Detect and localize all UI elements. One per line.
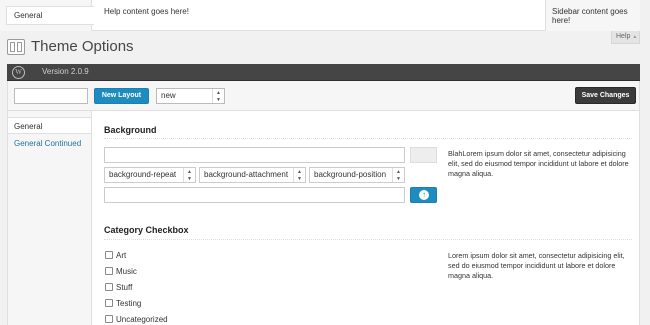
- layout-select-value: new: [161, 91, 176, 100]
- divider: [104, 138, 632, 139]
- color-picker-swatch[interactable]: [410, 147, 437, 163]
- checkbox[interactable]: [105, 251, 113, 259]
- checkbox[interactable]: [105, 283, 113, 291]
- section-heading-category-checkbox: Category Checkbox: [104, 225, 189, 235]
- checkbox-option-music[interactable]: Music: [105, 267, 137, 276]
- background-image-input[interactable]: [104, 187, 405, 203]
- category-description: Lorem ipsum dolor sit amet, consectetur …: [448, 251, 625, 280]
- section-heading-background: Background: [104, 125, 157, 135]
- checkbox[interactable]: [105, 299, 113, 307]
- help-sidebar: Sidebar content goes here!: [545, 0, 640, 31]
- background-repeat-select[interactable]: background-repeat ▲ ▼: [104, 167, 196, 183]
- help-tab-general[interactable]: General: [6, 6, 94, 25]
- select-arrows-icon: ▲ ▼: [212, 89, 224, 103]
- background-position-select[interactable]: background-position ▲ ▼: [309, 167, 405, 183]
- options-main-panel: Background background-repeat ▲ ▼ backgrou…: [91, 111, 640, 325]
- layout-select[interactable]: new ▲ ▼: [156, 88, 225, 104]
- upload-arrow-icon: ↑: [419, 190, 429, 200]
- help-tabs-column: General: [0, 0, 94, 31]
- new-layout-button[interactable]: New Layout: [94, 88, 149, 104]
- options-sidebar: General General Continued: [7, 111, 93, 325]
- chevron-up-icon: ▲: [632, 34, 638, 40]
- checkbox-option-stuff[interactable]: Stuff: [105, 283, 132, 292]
- version-bar: W Version 2.0.9: [7, 64, 640, 81]
- save-changes-button[interactable]: Save Changes: [575, 87, 636, 104]
- checkbox[interactable]: [105, 315, 113, 323]
- contextual-help-panel: General Help content goes here! Sidebar …: [0, 0, 640, 31]
- select-arrows-icon: ▲ ▼: [183, 168, 195, 182]
- divider: [104, 239, 632, 240]
- nav-item-general[interactable]: General: [8, 117, 93, 134]
- checkbox-option-art[interactable]: Art: [105, 251, 126, 260]
- select-arrows-icon: ▲ ▼: [293, 168, 305, 182]
- help-content: Help content goes here!: [104, 7, 189, 16]
- layout-icon: [7, 39, 25, 55]
- background-description: BlahLorem ipsum dolor sit amet, consecte…: [448, 149, 629, 178]
- help-toggle-button[interactable]: Help ▲: [611, 31, 640, 44]
- version-label: Version 2.0.9: [42, 67, 89, 76]
- select-arrows-icon: ▲ ▼: [392, 168, 404, 182]
- checkbox-label: Art: [116, 251, 127, 260]
- background-position-value: background-position: [314, 170, 387, 179]
- checkbox[interactable]: [105, 267, 113, 275]
- background-color-input[interactable]: [104, 147, 405, 163]
- page-title: Theme Options: [31, 38, 134, 55]
- upload-button[interactable]: ↑: [410, 187, 437, 203]
- nav-item-general-continued[interactable]: General Continued: [14, 139, 81, 148]
- checkbox-option-testing[interactable]: Testing: [105, 299, 141, 308]
- help-toggle-label: Help: [616, 33, 631, 40]
- background-attachment-value: background-attachment: [204, 170, 289, 179]
- checkbox-option-uncategorized[interactable]: Uncategorized: [105, 315, 168, 324]
- layout-name-input[interactable]: [14, 88, 88, 104]
- checkbox-label: Uncategorized: [116, 315, 168, 324]
- checkbox-label: Stuff: [116, 283, 133, 292]
- checkbox-label: Music: [116, 267, 137, 276]
- background-repeat-value: background-repeat: [109, 170, 177, 179]
- background-attachment-select[interactable]: background-attachment ▲ ▼: [199, 167, 306, 183]
- checkbox-label: Testing: [116, 299, 142, 308]
- wordpress-logo-icon: W: [12, 66, 25, 79]
- options-toolbar: New Layout new ▲ ▼ Save Changes: [7, 81, 640, 111]
